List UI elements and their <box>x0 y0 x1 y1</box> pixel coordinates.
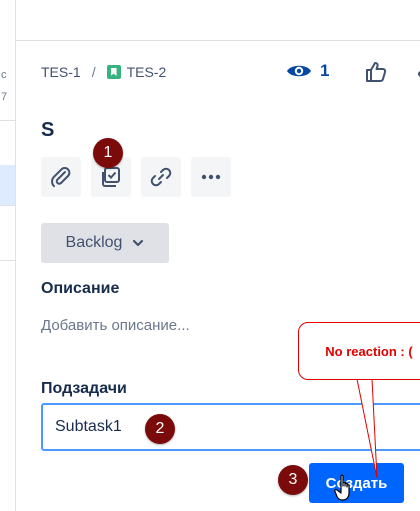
annotation-marker-3: 3 <box>278 465 308 495</box>
chevron-down-icon <box>133 239 144 247</box>
like-button[interactable] <box>365 61 387 88</box>
thumbs-up-icon <box>366 62 387 82</box>
status-dropdown[interactable]: Backlog <box>41 223 169 263</box>
sidebar-fragment-2: 7 <box>1 91 8 103</box>
share-icon <box>418 71 420 77</box>
link-issue-button[interactable] <box>141 157 181 197</box>
more-actions-button[interactable] <box>191 157 231 197</box>
watch-count: 1 <box>320 61 330 80</box>
description-heading: Описание <box>41 280 120 297</box>
description-placeholder[interactable]: Добавить описание... <box>41 317 190 334</box>
watch-button[interactable]: 1 <box>286 61 329 81</box>
status-label: Backlog <box>65 234 123 251</box>
breadcrumb-parent-link[interactable]: TES-1 <box>41 64 81 80</box>
issue-detail-panel: TES-1 / TES-2 1 S Backlog Описание Добав… <box>16 41 420 511</box>
create-subtask-submit-button[interactable]: Создать <box>309 463 404 503</box>
annotation-callout: No reaction : ( <box>298 322 420 380</box>
sidebar-divider <box>0 260 15 261</box>
attach-button[interactable] <box>41 157 81 197</box>
subtask-input[interactable] <box>41 403 420 451</box>
sidebar-divider <box>0 120 15 121</box>
paperclip-icon <box>51 167 71 188</box>
breadcrumb-separator: / <box>91 64 96 80</box>
annotation-marker-2: 2 <box>145 414 175 444</box>
link-icon <box>150 167 172 187</box>
eye-icon <box>287 65 311 77</box>
left-sidebar-edge: c 7 <box>0 0 16 511</box>
subtasks-heading: Подзадачи <box>41 380 127 397</box>
subtask-icon <box>102 167 120 187</box>
hand-cursor-icon <box>334 474 350 501</box>
story-icon <box>106 65 121 79</box>
sidebar-fragment-1: c <box>1 69 7 81</box>
sidebar-divider <box>0 205 15 206</box>
share-button[interactable] <box>415 67 420 86</box>
sidebar-selected-row[interactable] <box>0 165 15 205</box>
breadcrumb-issue-link[interactable]: TES-2 <box>127 64 167 80</box>
annotation-marker-1: 1 <box>93 138 123 168</box>
more-icon <box>201 174 221 180</box>
issue-toolbar <box>41 157 231 197</box>
breadcrumb: TES-1 / TES-2 <box>41 64 166 80</box>
issue-title[interactable]: S <box>41 119 54 142</box>
